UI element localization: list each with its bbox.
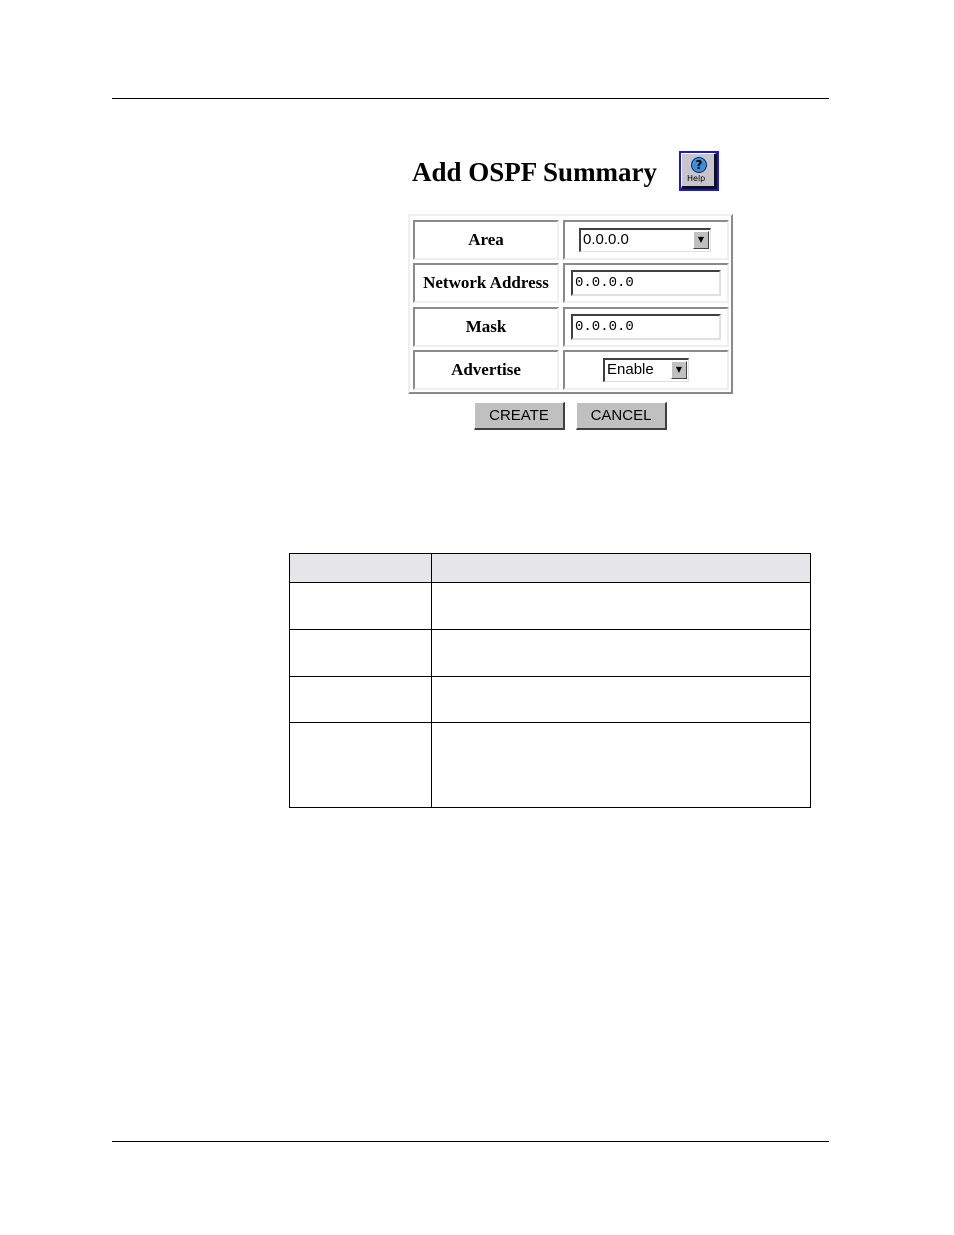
advertise-select-value: Enable xyxy=(607,361,654,378)
area-select[interactable]: 0.0.0.0 ▼ xyxy=(579,228,711,252)
table-cell xyxy=(289,722,432,808)
chevron-down-icon[interactable]: ▼ xyxy=(693,231,709,249)
help-icon: ? xyxy=(691,157,707,173)
table-row xyxy=(289,582,811,630)
table-cell xyxy=(431,582,811,630)
table-row xyxy=(289,676,811,723)
network-address-input[interactable] xyxy=(571,270,721,296)
table-cell xyxy=(431,676,811,723)
mask-label: Mask xyxy=(413,307,559,347)
area-label: Area xyxy=(413,220,559,260)
table-row xyxy=(289,722,811,808)
mask-cell xyxy=(563,307,729,347)
network-address-cell xyxy=(563,263,729,303)
table-cell xyxy=(289,582,432,630)
description-table xyxy=(289,553,811,808)
ospf-summary-form: Area 0.0.0.0 ▼ Network Address Mask Adve… xyxy=(408,214,733,394)
table-cell xyxy=(431,629,811,677)
network-address-label: Network Address xyxy=(413,263,559,303)
table-header-cell xyxy=(289,553,432,583)
table-header-cell xyxy=(431,553,811,583)
advertise-select[interactable]: Enable ▼ xyxy=(603,358,689,382)
table-cell xyxy=(289,676,432,723)
table-row xyxy=(289,629,811,677)
page-title: Add OSPF Summary xyxy=(412,157,658,187)
header-rule xyxy=(112,98,829,99)
create-button[interactable]: CREATE xyxy=(474,402,565,430)
table-header-row xyxy=(289,553,811,583)
title-row: Add OSPF Summary xyxy=(412,150,657,194)
chevron-down-icon[interactable]: ▼ xyxy=(671,361,687,379)
table-cell xyxy=(289,629,432,677)
area-cell: 0.0.0.0 ▼ xyxy=(563,220,729,260)
help-button[interactable]: ? Help xyxy=(679,151,719,191)
help-label: Help xyxy=(687,174,706,183)
footer-rule xyxy=(112,1141,829,1142)
advertise-label: Advertise xyxy=(413,350,559,390)
area-select-value: 0.0.0.0 xyxy=(583,231,629,248)
mask-input[interactable] xyxy=(571,314,721,340)
advertise-cell: Enable ▼ xyxy=(563,350,729,390)
cancel-button[interactable]: CANCEL xyxy=(576,402,667,430)
table-cell xyxy=(431,722,811,808)
